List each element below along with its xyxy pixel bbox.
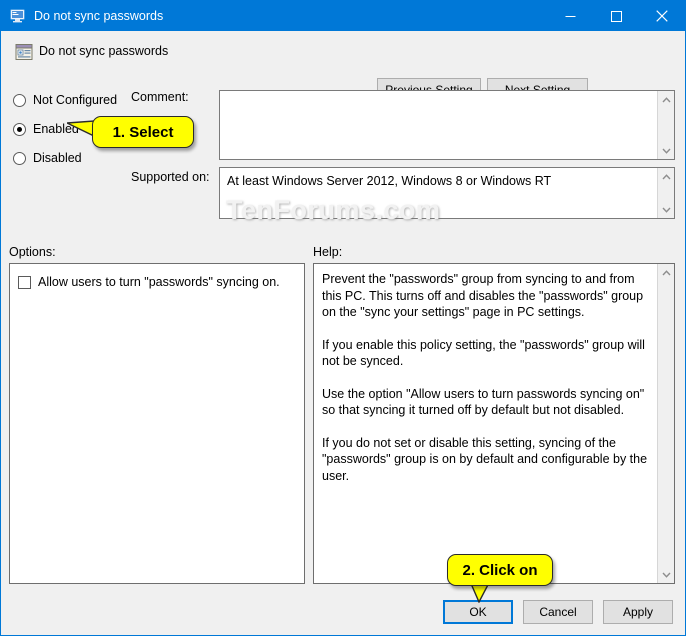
title-bar: Do not sync passwords — [1, 1, 685, 31]
radio-enabled-indicator[interactable] — [13, 122, 26, 136]
radio-not-configured-label: Not Configured — [33, 93, 118, 107]
help-text: Prevent the "passwords" group from synci… — [322, 271, 652, 484]
apply-button[interactable]: Apply — [603, 600, 673, 624]
comment-textbox[interactable] — [219, 90, 675, 160]
minimize-button[interactable] — [547, 1, 593, 31]
help-paragraph: If you enable this policy setting, the "… — [322, 337, 645, 369]
radio-not-configured-indicator[interactable] — [13, 93, 26, 107]
radio-disabled[interactable]: Disabled — [13, 149, 82, 167]
window-controls — [547, 1, 685, 31]
supported-on-scrollbar[interactable] — [657, 168, 674, 218]
supported-on-value: At least Windows Server 2012, Windows 8 … — [227, 174, 552, 188]
cancel-button[interactable]: Cancel — [523, 600, 593, 624]
window-title: Do not sync passwords — [34, 9, 164, 23]
maximize-button[interactable] — [593, 1, 639, 31]
radio-not-configured[interactable]: Not Configured — [13, 91, 117, 109]
radio-enabled-label: Enabled — [33, 122, 79, 136]
options-pane: Allow users to turn "passwords" syncing … — [9, 263, 305, 584]
ok-button[interactable]: OK — [443, 600, 513, 624]
setting-title: Do not sync passwords — [39, 44, 169, 58]
options-label: Options: — [9, 245, 56, 259]
chevron-down-icon[interactable] — [658, 142, 674, 159]
help-paragraph: Use the option "Allow users to turn pass… — [322, 386, 645, 418]
callout-step-1: 1. Select — [92, 116, 194, 148]
chevron-down-icon[interactable] — [658, 566, 674, 583]
group-policy-setting-dialog: Do not sync passwords Do not sync passwo… — [0, 0, 686, 636]
checkbox-label: Allow users to turn "passwords" syncing … — [38, 275, 280, 289]
callout-step-2: 2. Click on — [447, 554, 553, 586]
help-paragraph: If you do not set or disable this settin… — [322, 435, 648, 483]
close-button[interactable] — [639, 1, 685, 31]
chevron-up-icon[interactable] — [658, 91, 674, 108]
help-paragraph: Prevent the "passwords" group from synci… — [322, 272, 644, 319]
checkbox-allow-passwords-syncing[interactable]: Allow users to turn "passwords" syncing … — [18, 275, 280, 289]
chevron-up-icon[interactable] — [658, 168, 674, 185]
comment-label: Comment: — [131, 90, 189, 104]
chevron-down-icon[interactable] — [658, 201, 674, 218]
supported-on-textbox[interactable]: At least Windows Server 2012, Windows 8 … — [219, 167, 675, 219]
radio-disabled-label: Disabled — [33, 151, 82, 165]
help-label: Help: — [313, 245, 343, 259]
radio-disabled-indicator[interactable] — [13, 151, 26, 165]
help-pane: Prevent the "passwords" group from synci… — [313, 263, 675, 584]
comment-scrollbar[interactable] — [657, 91, 674, 159]
policy-setting-icon — [15, 43, 33, 61]
checkbox-indicator[interactable] — [18, 276, 31, 289]
help-scrollbar[interactable] — [657, 264, 674, 583]
chevron-up-icon[interactable] — [658, 264, 674, 281]
radio-enabled[interactable]: Enabled — [13, 120, 79, 138]
monitor-policy-icon — [10, 8, 26, 24]
setting-header: Do not sync passwords Previous Setting N… — [2, 31, 684, 101]
supported-on-label: Supported on: — [131, 170, 210, 184]
